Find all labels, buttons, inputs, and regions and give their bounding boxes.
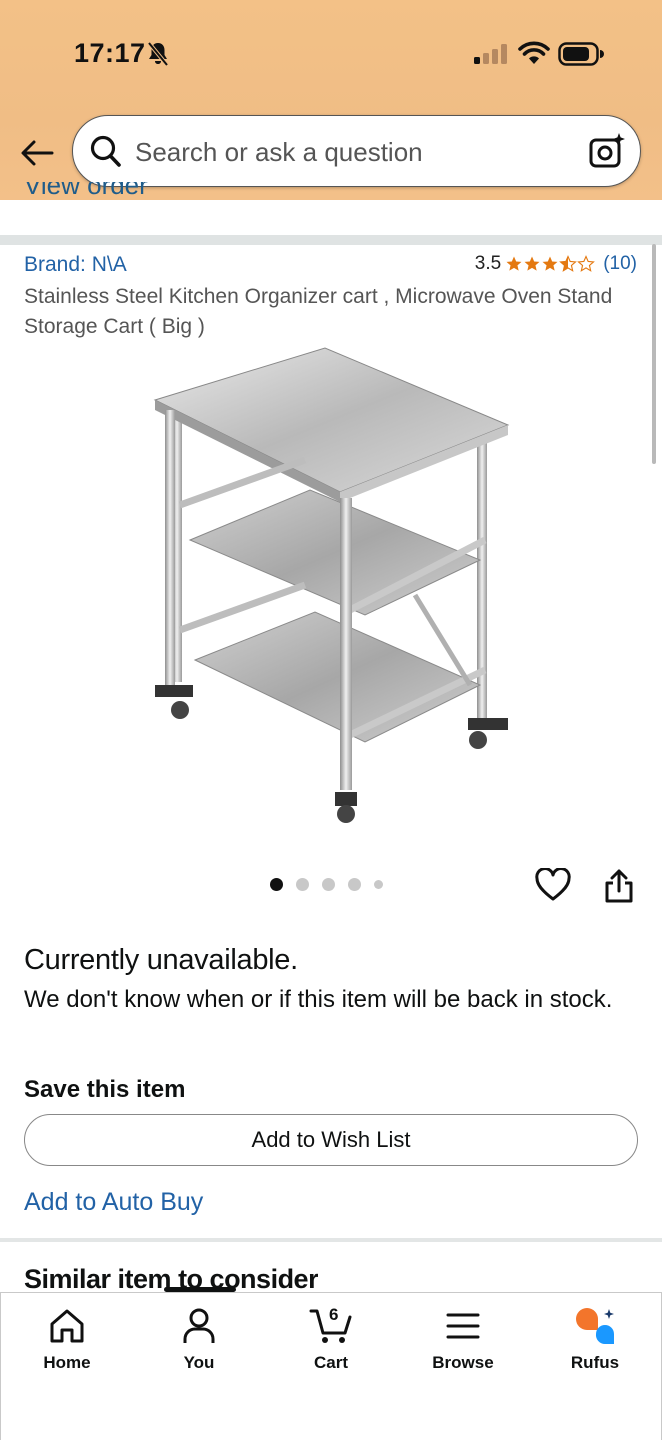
tab-label: Rufus <box>570 1353 620 1372</box>
app-header: 17:17 <box>0 0 662 200</box>
tab-label: You <box>183 1353 215 1372</box>
wifi-icon <box>518 41 550 64</box>
star-half-icon <box>559 255 578 272</box>
bottom-tab-bar: Home You 6 Cart Browse Rufus <box>0 1287 662 1440</box>
carousel-dot[interactable] <box>348 878 361 891</box>
tab-home[interactable]: Home <box>12 1307 122 1373</box>
share-icon[interactable] <box>604 868 634 904</box>
tab-label: Home <box>43 1353 91 1372</box>
section-divider <box>0 1238 662 1242</box>
availability-note: We don't know when or if this item will … <box>24 986 613 1013</box>
star-icon <box>542 256 558 271</box>
add-to-auto-buy-link[interactable]: Add to Auto Buy <box>24 1188 203 1217</box>
back-button[interactable] <box>18 134 56 172</box>
active-tab-indicator <box>164 1287 236 1292</box>
save-item-heading: Save this item <box>24 1076 186 1103</box>
search-input[interactable] <box>135 134 555 170</box>
signal-icon <box>474 44 507 64</box>
rating-count[interactable]: (10) <box>603 253 637 275</box>
search-icon <box>90 135 121 167</box>
star-icon <box>524 256 540 271</box>
tab-label: Browse <box>432 1353 494 1372</box>
product-rating[interactable]: 3.5 (10) <box>475 253 637 275</box>
image-carousel-dots[interactable] <box>270 878 383 891</box>
tab-you[interactable]: You <box>144 1307 254 1373</box>
brand-link[interactable]: Brand: N\A <box>24 253 127 277</box>
view-order-link[interactable]: View order <box>24 182 148 212</box>
add-to-wish-list-button[interactable]: Add to Wish List <box>24 1114 638 1166</box>
search-bar[interactable] <box>72 115 641 187</box>
star-empty-icon <box>577 255 596 272</box>
bell-muted-icon <box>147 41 169 67</box>
product-image[interactable] <box>150 340 520 830</box>
rating-stars <box>505 255 596 273</box>
tab-label: Cart <box>313 1353 348 1372</box>
product-title: Stainless Steel Kitchen Organizer cart ,… <box>24 285 613 338</box>
scrollbar[interactable] <box>652 244 656 464</box>
status-time: 17:17 <box>74 38 146 68</box>
star-icon <box>506 256 522 271</box>
tab-rufus[interactable]: Rufus <box>540 1307 650 1373</box>
menu-icon <box>446 1313 480 1339</box>
carousel-dot[interactable] <box>374 880 383 889</box>
person-icon <box>183 1308 215 1343</box>
camera-lens-icon[interactable] <box>588 132 626 170</box>
rating-value: 3.5 <box>474 253 502 274</box>
availability-status: Currently unavailable. <box>24 944 298 976</box>
heart-icon[interactable] <box>535 868 571 902</box>
carousel-dot[interactable] <box>270 878 283 891</box>
battery-icon <box>558 42 604 66</box>
back-arrow-icon <box>21 140 54 166</box>
carousel-dot[interactable] <box>296 878 309 891</box>
rufus-icon <box>576 1308 614 1345</box>
section-divider <box>0 235 662 245</box>
tab-browse[interactable]: Browse <box>408 1307 518 1373</box>
cart-count-badge: 6 <box>329 1305 339 1324</box>
tab-cart[interactable]: 6 Cart <box>276 1305 386 1373</box>
home-icon <box>50 1309 84 1343</box>
carousel-dot[interactable] <box>322 878 335 891</box>
